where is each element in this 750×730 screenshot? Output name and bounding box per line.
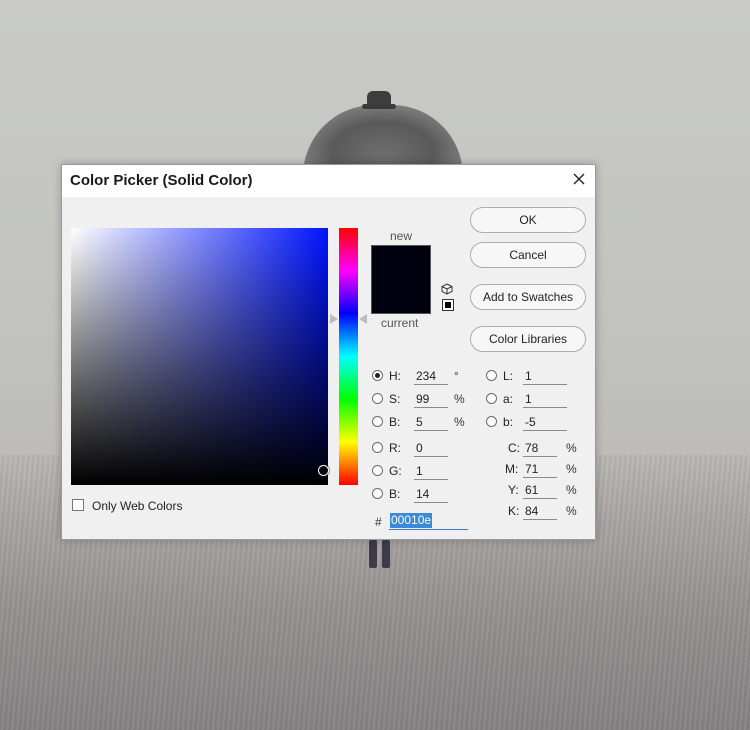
red-input[interactable] [414,440,448,457]
hue-label: H: [389,369,401,383]
cyan-input[interactable] [523,440,557,457]
current-color-swatch[interactable] [372,280,430,313]
lab-a-label: a: [503,392,514,406]
lab-b-input[interactable] [523,414,567,431]
only-web-colors-checkbox[interactable] [72,499,84,511]
lightness-input[interactable] [523,368,567,385]
blue-radio[interactable] [372,488,383,499]
lab-b-row: b: [486,414,586,432]
lab-b-label: b: [503,415,514,429]
close-icon[interactable] [573,173,585,185]
green-label: G: [389,464,402,478]
new-color-swatch [372,246,430,280]
hue-slider-handle-left[interactable] [330,314,338,324]
magenta-input[interactable] [523,461,557,478]
current-color-label: current [381,316,419,330]
black-unit: % [566,504,577,518]
field-cursor-ring[interactable] [318,465,329,476]
hex-prefix: # [375,515,382,529]
red-label: R: [389,441,401,455]
saturation-unit: % [454,392,465,406]
lightness-row: L: [486,368,586,386]
lightness-label: L: [503,369,514,383]
brightness-label: B: [389,415,401,429]
black-label: K: [508,504,520,518]
brightness-unit: % [454,415,465,429]
cyan-label: C: [508,441,520,455]
saturation-brightness-field[interactable] [71,228,328,485]
saturation-label: S: [389,392,401,406]
red-row: R: [372,440,472,458]
color-picker-dialog: Color Picker (Solid Color) new current O… [61,164,596,540]
magenta-label: M: [505,462,519,476]
blue-label: B: [389,487,401,501]
cyan-unit: % [566,441,577,455]
hue-slider[interactable] [339,228,358,485]
hue-radio[interactable] [372,370,383,381]
web-safe-color-icon[interactable] [442,299,454,311]
dialog-title: Color Picker (Solid Color) [70,172,253,189]
brightness-row: B: % [372,414,472,432]
color-preview-swatch [371,245,431,314]
saturation-radio[interactable] [372,393,383,404]
hex-input[interactable]: 00010e [389,512,468,530]
figure-leg-left [369,540,377,568]
ok-button[interactable]: OK [470,207,586,233]
hex-value-selected: 00010e [390,513,433,528]
cancel-button[interactable]: Cancel [470,242,586,268]
bowler-hat-brim [362,104,396,109]
black-input[interactable] [523,503,557,520]
hue-slider-handle-right[interactable] [359,314,367,324]
new-color-label: new [390,229,413,243]
lab-a-row: a: [486,391,586,409]
green-row: G: [372,463,472,481]
hue-row: H: ° [372,368,472,386]
figure-leg-right [382,540,390,568]
only-web-colors-label: Only Web Colors [92,499,183,513]
yellow-input[interactable] [523,482,557,499]
lab-a-input[interactable] [523,391,567,408]
blue-row: B: [372,486,472,504]
lab-b-radio[interactable] [486,416,497,427]
hue-input[interactable] [414,368,448,385]
brightness-radio[interactable] [372,416,383,427]
add-to-swatches-button[interactable]: Add to Swatches [470,284,586,310]
brightness-input[interactable] [414,414,448,431]
cube-icon[interactable] [441,283,453,295]
yellow-label: Y: [508,483,519,497]
saturation-row: S: % [372,391,472,409]
hue-unit: ° [454,369,459,383]
green-radio[interactable] [372,465,383,476]
red-radio[interactable] [372,442,383,453]
title-bar[interactable]: Color Picker (Solid Color) [62,165,595,197]
magenta-unit: % [566,462,577,476]
blue-input[interactable] [414,486,448,503]
green-input[interactable] [414,463,448,480]
saturation-input[interactable] [414,391,448,408]
color-libraries-button[interactable]: Color Libraries [470,326,586,352]
yellow-unit: % [566,483,577,497]
lab-a-radio[interactable] [486,393,497,404]
lightness-radio[interactable] [486,370,497,381]
